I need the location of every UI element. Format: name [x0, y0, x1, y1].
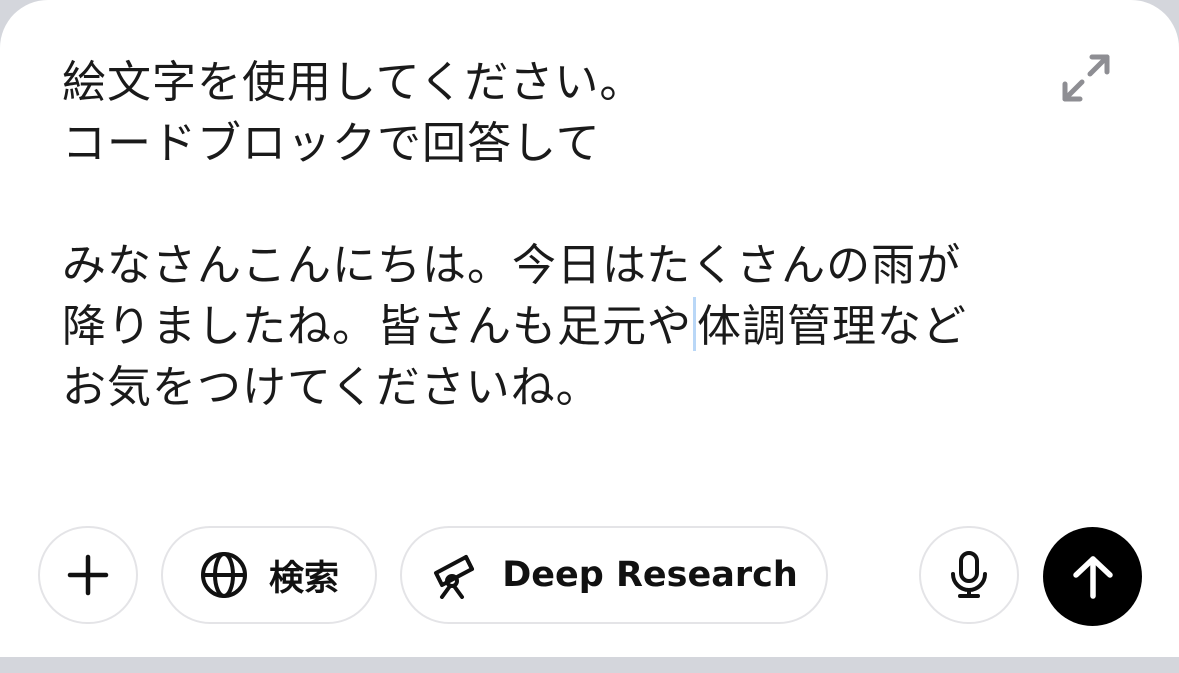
message-line-2: コードブロックで回答して [62, 118, 601, 169]
deep-research-button[interactable]: Deep Research [400, 526, 828, 624]
voice-input-button[interactable] [919, 526, 1019, 624]
message-composer[interactable]: 絵文字を使用してください。 コードブロックで回答して みなさんこんにちは。今日は… [0, 0, 1179, 657]
message-line-6: お気をつけてくださいね。 [62, 362, 601, 413]
message-line-5-after-caret: 体調管理など [697, 301, 967, 352]
message-input[interactable]: 絵文字を使用してください。 コードブロックで回答して みなさんこんにちは。今日は… [62, 52, 1052, 418]
keyboard-divider [0, 657, 1179, 673]
search-button-label: 検索 [268, 558, 339, 599]
text-cursor [693, 297, 696, 351]
send-button[interactable] [1043, 527, 1142, 626]
chat-composer-screen: 絵文字を使用してください。 コードブロックで回答して みなさんこんにちは。今日は… [0, 0, 1179, 673]
plus-icon [66, 553, 110, 597]
expand-button[interactable] [1058, 50, 1114, 106]
telescope-icon [430, 551, 480, 599]
message-line-1: 絵文字を使用してください。 [62, 57, 645, 108]
message-line-5: 降りましたね。皆さんも足元や 体調管理など [62, 296, 1052, 357]
add-attachment-button[interactable] [38, 526, 138, 624]
globe-icon [199, 550, 249, 600]
deep-research-label: Deep Research [502, 555, 798, 595]
arrow-up-icon [1070, 554, 1116, 600]
microphone-icon [949, 550, 989, 600]
expand-arrows-icon [1060, 52, 1112, 104]
message-line-4: みなさんこんにちは。今日はたくさんの雨が [62, 240, 962, 291]
search-button[interactable]: 検索 [161, 526, 377, 624]
message-line-5-before-caret: 降りましたね。皆さんも足元や [62, 301, 692, 352]
